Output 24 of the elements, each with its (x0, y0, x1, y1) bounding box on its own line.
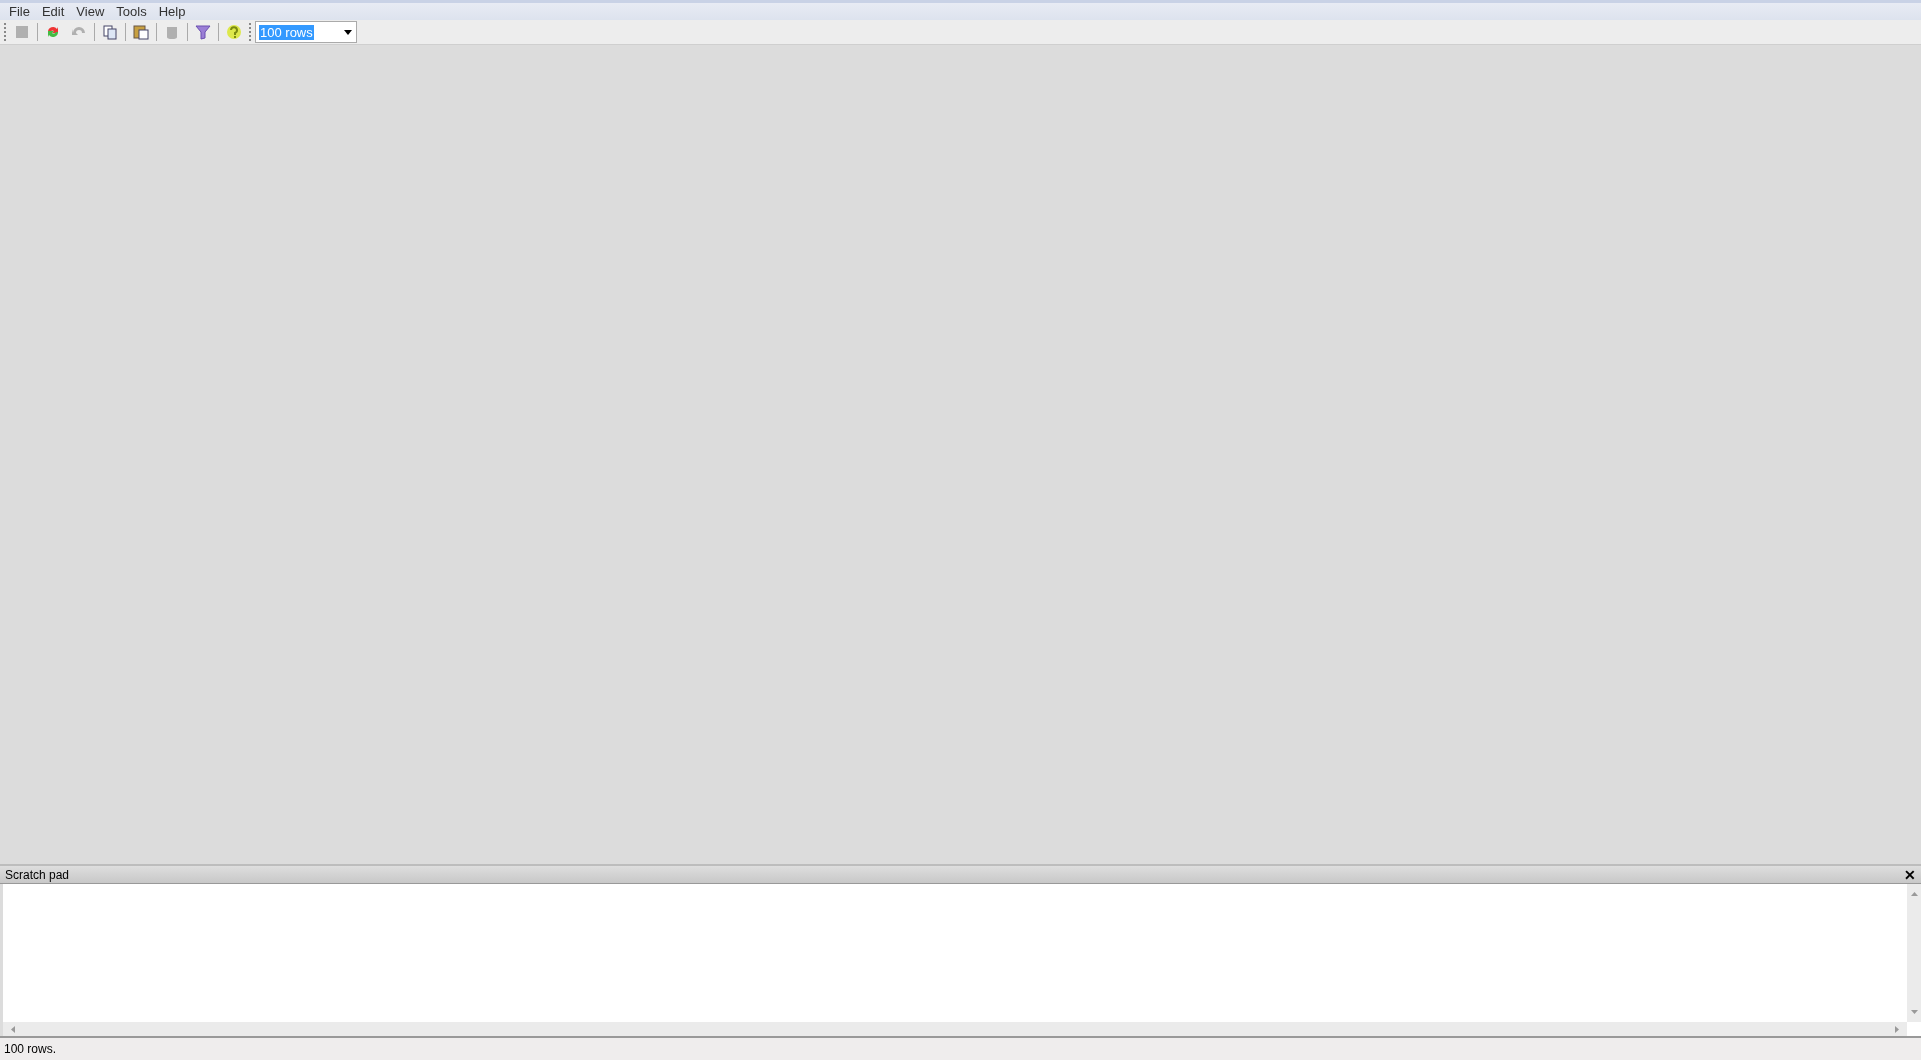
filter-button[interactable] (192, 22, 214, 42)
copy-icon (102, 24, 118, 40)
clipboard-button[interactable] (130, 22, 152, 42)
vertical-scrollbar[interactable] (1907, 884, 1921, 1022)
caret-icon (344, 29, 352, 35)
question-mark-icon (226, 24, 242, 40)
menu-item[interactable]: View (71, 1, 110, 22)
menu-item[interactable]: Help (153, 1, 191, 22)
horizontal-scrollbar[interactable] (3, 1022, 1907, 1036)
left-arrow-icon (11, 1025, 15, 1033)
right-arrow-icon (1895, 1025, 1899, 1033)
panel-title: Scratch pad (5, 866, 70, 884)
status-text: 100 rows. (4, 1041, 57, 1058)
filter-icon (195, 24, 211, 40)
stop-icon (14, 24, 30, 40)
up-arrow-icon (1910, 892, 1918, 896)
menu-item[interactable]: File (4, 1, 35, 22)
menu-item[interactable]: Tools (111, 1, 152, 22)
clipboard-icon (133, 24, 149, 40)
cylinder-icon (164, 24, 180, 40)
refresh-icon (45, 24, 61, 40)
menu-item[interactable]: Edit (36, 1, 70, 22)
down-arrow-icon (1910, 1010, 1918, 1014)
close-button[interactable]: ✕ (1904, 867, 1916, 882)
